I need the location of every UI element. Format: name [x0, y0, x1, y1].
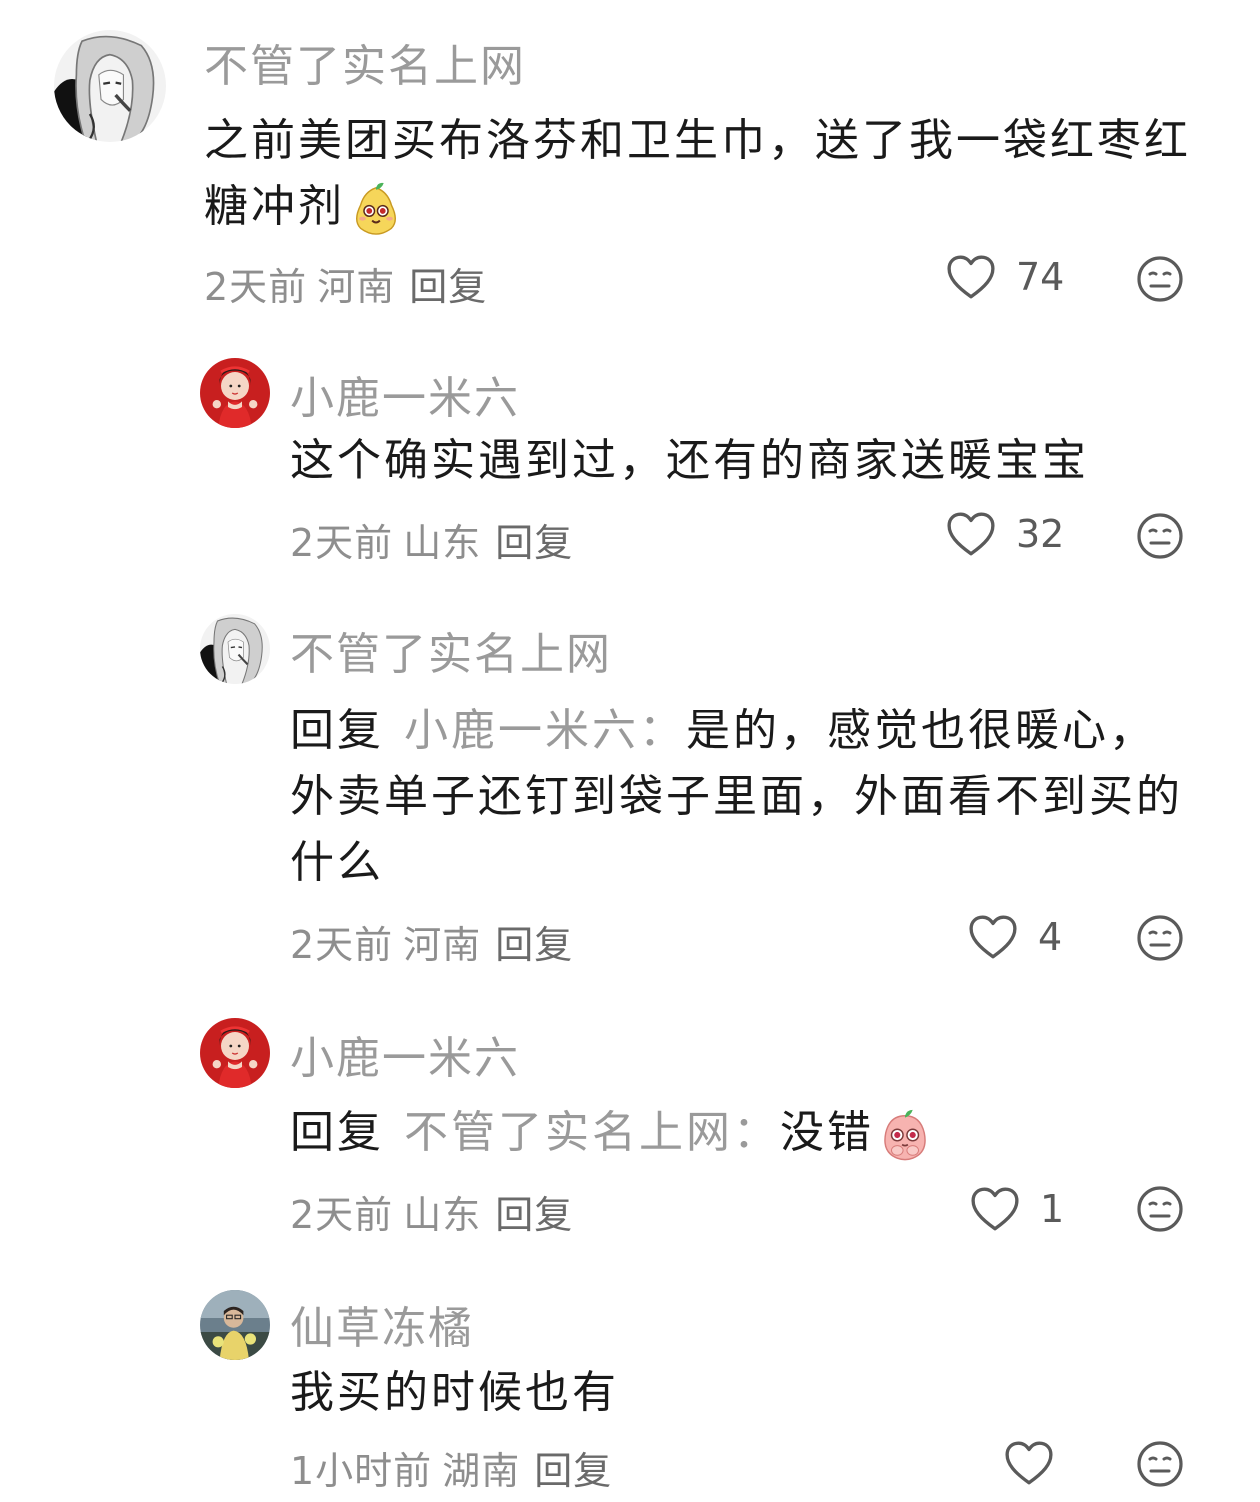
- username[interactable]: 小鹿一米六: [290, 362, 520, 426]
- location: 山东: [403, 1193, 482, 1237]
- dislike-button[interactable]: [1136, 1185, 1184, 1233]
- comment-meta: 2天前 河南 回复: [290, 914, 573, 969]
- comment-text: 回复 不管了实名上网：没错: [290, 1100, 1190, 1166]
- reply-prefix: 回复: [290, 705, 384, 756]
- comment-text: 我买的时候也有: [290, 1362, 1190, 1424]
- username[interactable]: 小鹿一米六: [290, 1022, 520, 1086]
- comment-text: 回复 小鹿一米六：是的，感觉也很暖心，外卖单子还钉到袋子里面，外面看不到买的什么: [290, 698, 1190, 896]
- comment-meta: 1小时前 湖南 回复: [290, 1440, 612, 1495]
- like-button[interactable]: [1004, 1440, 1054, 1486]
- timestamp: 2天前: [290, 1193, 394, 1237]
- username[interactable]: 不管了实名上网: [290, 618, 612, 682]
- location: 山东: [403, 521, 482, 565]
- like-count: 32: [1016, 512, 1065, 556]
- location: 河南: [317, 265, 396, 309]
- dislike-button[interactable]: [1136, 914, 1184, 962]
- comment-text-content: 我买的时候也有: [290, 1367, 619, 1418]
- comment-text: 这个确实遇到过，还有的商家送暖宝宝: [290, 430, 1190, 492]
- pear-face-emoji: [349, 182, 403, 236]
- meh-face-icon: [1136, 512, 1184, 560]
- comment-text-content: 没错: [780, 1107, 874, 1158]
- like-button[interactable]: 32: [946, 511, 1064, 557]
- timestamp: 1小时前: [290, 1449, 433, 1493]
- timestamp: 2天前: [290, 521, 394, 565]
- comment-text-content: 这个确实遇到过，还有的商家送暖宝宝: [290, 435, 1089, 486]
- reply-target-username[interactable]: 不管了实名上网：: [404, 1107, 780, 1158]
- comment-meta: 2天前 河南 回复: [204, 256, 487, 311]
- reply-target-username[interactable]: 小鹿一米六：: [404, 705, 686, 756]
- pleading-peach-emoji: [878, 1108, 932, 1162]
- timestamp: 2天前: [204, 265, 308, 309]
- avatar[interactable]: [200, 614, 270, 684]
- reply-prefix: 回复: [290, 1107, 384, 1158]
- heart-icon: [1004, 1440, 1054, 1486]
- username[interactable]: 不管了实名上网: [204, 30, 526, 94]
- meh-face-icon: [1136, 255, 1184, 303]
- like-button[interactable]: 4: [968, 914, 1062, 960]
- username[interactable]: 仙草冻橘: [290, 1292, 474, 1356]
- heart-icon: [968, 914, 1018, 960]
- reply-button[interactable]: 回复: [534, 1449, 612, 1493]
- heart-icon: [946, 254, 996, 300]
- comment-text: 之前美团买布洛芬和卫生巾，送了我一袋红枣红糖冲剂: [204, 108, 1194, 240]
- meh-face-icon: [1136, 914, 1184, 962]
- reply-button[interactable]: 回复: [495, 521, 573, 565]
- reply-button[interactable]: 回复: [495, 923, 573, 967]
- location: 河南: [403, 923, 482, 967]
- reply-button[interactable]: 回复: [409, 265, 487, 309]
- avatar[interactable]: [54, 30, 166, 142]
- like-count: 74: [1016, 255, 1065, 299]
- like-count: 1: [1040, 1187, 1065, 1231]
- comment-meta: 2天前 山东 回复: [290, 512, 573, 567]
- avatar[interactable]: [200, 358, 270, 428]
- dislike-button[interactable]: [1136, 512, 1184, 560]
- dislike-button[interactable]: [1136, 1440, 1184, 1488]
- avatar[interactable]: [200, 1290, 270, 1360]
- avatar[interactable]: [200, 1018, 270, 1088]
- heart-icon: [946, 511, 996, 557]
- meh-face-icon: [1136, 1185, 1184, 1233]
- like-count: 4: [1038, 915, 1063, 959]
- timestamp: 2天前: [290, 923, 394, 967]
- comment-meta: 2天前 山东 回复: [290, 1184, 573, 1239]
- heart-icon: [970, 1186, 1020, 1232]
- like-button[interactable]: 1: [970, 1186, 1064, 1232]
- meh-face-icon: [1136, 1440, 1184, 1488]
- location: 湖南: [442, 1449, 521, 1493]
- reply-button[interactable]: 回复: [495, 1193, 573, 1237]
- like-button[interactable]: 74: [946, 254, 1064, 300]
- dislike-button[interactable]: [1136, 255, 1184, 303]
